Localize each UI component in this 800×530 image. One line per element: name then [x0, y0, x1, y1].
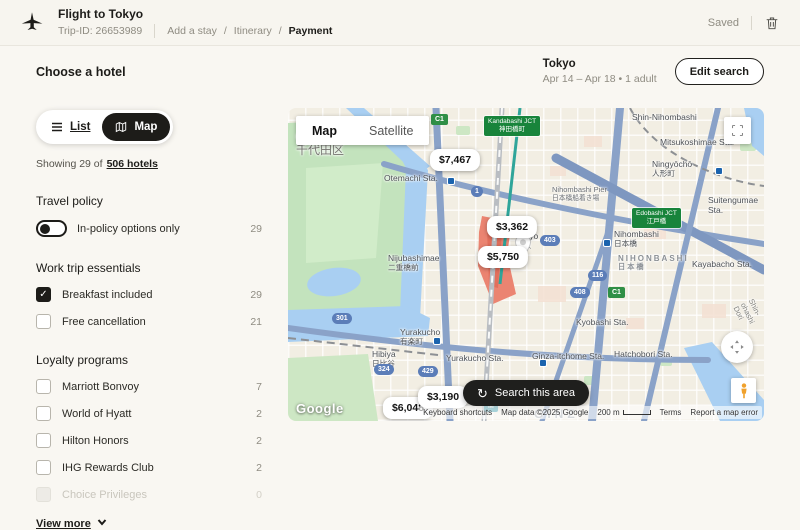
map-view-label: Map: [134, 121, 157, 133]
scale-bar: [623, 410, 651, 415]
breadcrumb: Add a stay / Itinerary / Payment: [167, 25, 332, 37]
trash-icon[interactable]: [764, 15, 780, 31]
filter-choice-privileges[interactable]: Choice Privileges 0: [36, 487, 262, 502]
list-view-label: List: [70, 121, 90, 133]
results-summary: Showing 29 of 506 hotels: [36, 158, 262, 170]
price-pin-7-467[interactable]: $7,467: [430, 149, 480, 171]
app-root: Flight to Tokyo Trip-ID: 26653989 Add a …: [0, 0, 800, 449]
work-trip-options: ✓ Breakfast included 29 Free cancellation 21: [36, 287, 262, 329]
checkbox-hilton-honors[interactable]: [36, 433, 51, 448]
fullscreen-button[interactable]: [724, 117, 751, 144]
checkbox-ihg-rewards-club[interactable]: [36, 460, 51, 475]
search-this-area-label: Search this area: [495, 387, 575, 399]
map-data-credit: Map data ©2025 Google: [501, 408, 588, 417]
in-policy-toggle-row[interactable]: In-policy options only 29: [36, 220, 262, 237]
in-policy-label: In-policy options only: [77, 223, 180, 235]
filter-label: Free cancellation: [62, 316, 146, 328]
pan-control-button[interactable]: [721, 331, 753, 363]
keyboard-shortcuts-link[interactable]: Keyboard shortcuts: [423, 408, 492, 417]
view-more-link[interactable]: View more: [36, 517, 262, 530]
map-attribution: Keyboard shortcuts Map data ©2025 Google…: [419, 406, 762, 419]
loyalty-title: Loyalty programs: [36, 353, 262, 367]
checkbox-world-of-hyatt[interactable]: [36, 406, 51, 421]
filter-marriott-bonvoy[interactable]: Marriott Bonvoy 7: [36, 379, 262, 394]
results-count-link[interactable]: 506 hotels: [107, 158, 158, 170]
list-icon: [51, 121, 63, 133]
price-pin-3-190[interactable]: $3,190: [418, 386, 468, 408]
filter-count: 21: [250, 316, 262, 328]
filter-count: 2: [256, 462, 262, 474]
trip-title: Flight to Tokyo: [58, 7, 332, 21]
in-policy-toggle[interactable]: [36, 220, 67, 237]
filter-count: 29: [250, 289, 262, 301]
pegman-streetview-button[interactable]: [731, 378, 756, 403]
filter-label: World of Hyatt: [62, 408, 132, 420]
filter-count: 2: [256, 408, 262, 420]
search-summary: Tokyo Apr 14 – Apr 18 • 1 adult: [543, 58, 657, 85]
page-title: Choose a hotel: [36, 65, 126, 79]
filter-label: IHG Rewards Club: [62, 462, 154, 474]
view-more-label: View more: [36, 518, 91, 530]
work-trip-title: Work trip essentials: [36, 261, 262, 275]
filter-count: 0: [256, 489, 262, 501]
edit-search-button[interactable]: Edit search: [675, 58, 764, 85]
breadcrumb-separator: /: [279, 25, 282, 37]
checkbox-choice-privileges[interactable]: [36, 487, 51, 502]
refresh-icon: ↻: [477, 387, 488, 400]
breadcrumb-item-itinerary[interactable]: Itinerary: [234, 25, 272, 37]
list-view-button[interactable]: List: [39, 114, 102, 140]
travel-policy-title: Travel policy: [36, 194, 262, 208]
checkbox-free-cancellation[interactable]: [36, 314, 51, 329]
hotel-map[interactable]: Chiyoda City千代田区Otemachi Sta.Shin-Nihomb…: [288, 108, 764, 421]
report-error-link[interactable]: Report a map error: [690, 408, 758, 417]
breadcrumb-separator: /: [224, 25, 227, 37]
divider: [154, 24, 155, 38]
map-type-satellite[interactable]: Satellite: [353, 116, 429, 145]
map-type-control: Map Satellite: [296, 116, 429, 145]
filter-free-cancellation[interactable]: Free cancellation 21: [36, 314, 262, 329]
filter-label: Marriott Bonvoy: [62, 381, 139, 393]
four-arrows-icon: [728, 338, 746, 356]
sub-header: Choose a hotel Tokyo Apr 14 – Apr 18 • 1…: [36, 58, 764, 85]
map-scale: 200 m: [597, 408, 650, 417]
dates-occupancy: Apr 14 – Apr 18 • 1 adult: [543, 73, 657, 85]
trip-header: Flight to Tokyo Trip-ID: 26653989 Add a …: [58, 7, 332, 38]
checkbox-breakfast-included[interactable]: ✓: [36, 287, 51, 302]
map-icon: [115, 121, 127, 133]
divider: [751, 16, 752, 30]
filter-ihg-rewards-club[interactable]: IHG Rewards Club 2: [36, 460, 262, 475]
view-toggle: List Map: [36, 110, 173, 144]
saved-status: Saved: [708, 17, 739, 29]
destination: Tokyo: [543, 58, 657, 70]
map-type-map[interactable]: Map: [296, 116, 353, 145]
filter-label: Breakfast included: [62, 289, 153, 301]
map-view-button[interactable]: Map: [102, 113, 170, 141]
filters-sidebar: List Map Showing 29 of 506 hotels Travel…: [36, 110, 262, 530]
in-policy-count: 29: [250, 223, 262, 235]
chevron-down-icon: [97, 517, 107, 530]
filter-count: 2: [256, 435, 262, 447]
filter-count: 7: [256, 381, 262, 393]
filter-label: Choice Privileges: [62, 489, 147, 501]
trip-id: Trip-ID: 26653989: [58, 25, 142, 37]
price-pin-5-750[interactable]: $5,750: [478, 246, 528, 268]
filter-hilton-honors[interactable]: Hilton Honors 2: [36, 433, 262, 448]
breadcrumb-item-add-a-stay[interactable]: Add a stay: [167, 25, 217, 37]
price-pin-3-362[interactable]: $3,362: [487, 216, 537, 238]
loyalty-options: Marriott Bonvoy7World of Hyatt2Hilton Ho…: [36, 379, 262, 502]
breadcrumb-item-payment[interactable]: Payment: [289, 25, 333, 37]
filter-world-of-hyatt[interactable]: World of Hyatt 2: [36, 406, 262, 421]
search-this-area-button[interactable]: ↻ Search this area: [463, 380, 589, 406]
airplane-logo-icon: [20, 11, 44, 35]
filter-breakfast-included[interactable]: ✓ Breakfast included 29: [36, 287, 262, 302]
google-logo: Google: [296, 401, 344, 416]
filter-label: Hilton Honors: [62, 435, 129, 447]
top-bar: Flight to Tokyo Trip-ID: 26653989 Add a …: [0, 0, 800, 46]
pegman-icon: [738, 383, 750, 399]
results-prefix: Showing 29 of: [36, 158, 103, 170]
terms-link[interactable]: Terms: [660, 408, 682, 417]
checkbox-marriott-bonvoy[interactable]: [36, 379, 51, 394]
